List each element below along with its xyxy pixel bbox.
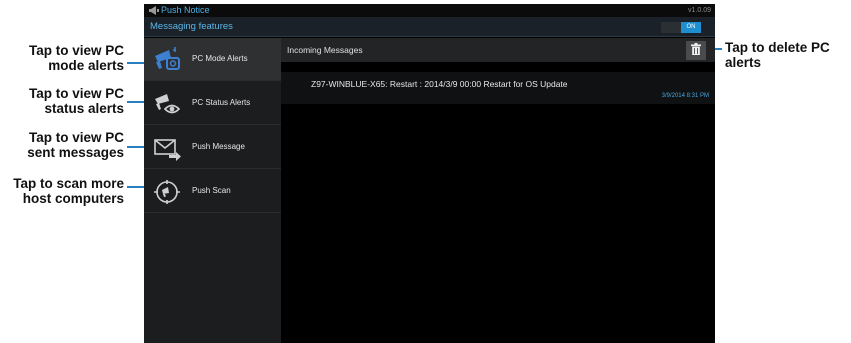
callout-line: Tap to delete PC (725, 40, 830, 55)
message-text: Z97-WINBLUE-X65: Restart : 2014/3/9 00:0… (311, 79, 568, 89)
messaging-toggle[interactable]: ON (661, 22, 701, 33)
callout-line: Tap to view PC (28, 86, 124, 101)
push-scan-icon (153, 179, 181, 205)
push-message-icon (153, 135, 181, 161)
sidebar-item-label: Push Scan (192, 186, 231, 195)
feature-title: Messaging features (150, 21, 233, 32)
callout-push-scan: Tap to scan more host computers (13, 176, 124, 206)
app-version: v1.0.09 (688, 7, 711, 14)
callout-pc-status-alerts: Tap to view PC status alerts (29, 86, 124, 116)
pc-mode-alerts-icon (153, 47, 181, 73)
callout-line: Tap to view PC (28, 130, 124, 145)
callout-line: host computers (22, 191, 124, 206)
sidebar-item-push-message[interactable]: Push Message (144, 126, 281, 169)
sidebar-item-label: PC Mode Alerts (192, 54, 248, 63)
sidebar-item-push-scan[interactable]: Push Scan (144, 170, 281, 213)
sidebar-item-label: Push Message (192, 142, 245, 151)
callout-delete-alerts: Tap to delete PC alerts (725, 40, 830, 70)
megaphone-icon (148, 6, 159, 17)
app-title: Push Notice (161, 5, 210, 15)
callout-line: Tap to view PC (28, 43, 124, 58)
sidebar-item-pc-status-alerts[interactable]: PC Status Alerts (144, 82, 281, 125)
message-row[interactable]: Z97-WINBLUE-X65: Restart : 2014/3/9 00:0… (281, 72, 715, 104)
callout-line: status alerts (44, 101, 124, 116)
main-header: Incoming Messages (281, 38, 715, 62)
callout-line: sent messages (27, 145, 124, 160)
trash-icon (691, 42, 701, 60)
sidebar-item-label: PC Status Alerts (192, 98, 251, 107)
title-bar: Push Notice v1.0.09 (144, 4, 715, 17)
delete-button[interactable] (686, 41, 706, 60)
callout-push-message: Tap to view PC sent messages (27, 130, 124, 160)
main-panel: Incoming Messages Z97-WINBLUE-X65: Resta… (281, 38, 715, 343)
app-screen: Push Notice v1.0.09 Messaging features O… (144, 4, 715, 343)
callout-line: mode alerts (48, 58, 124, 73)
sidebar-item-pc-mode-alerts[interactable]: PC Mode Alerts (144, 38, 281, 81)
callout-pc-mode-alerts: Tap to view PC mode alerts (29, 43, 124, 73)
pc-status-alerts-icon (153, 91, 181, 117)
callout-line: Tap to scan more (13, 176, 124, 191)
toggle-on-label: ON (681, 22, 701, 33)
callout-line: alerts (725, 55, 762, 70)
page-title: Incoming Messages (287, 45, 363, 55)
message-timestamp: 3/9/2014 8:31 PM (661, 93, 709, 99)
sidebar: PC Mode Alerts PC Status Alerts Push Mes… (144, 38, 281, 343)
feature-bar: Messaging features ON (144, 17, 715, 37)
